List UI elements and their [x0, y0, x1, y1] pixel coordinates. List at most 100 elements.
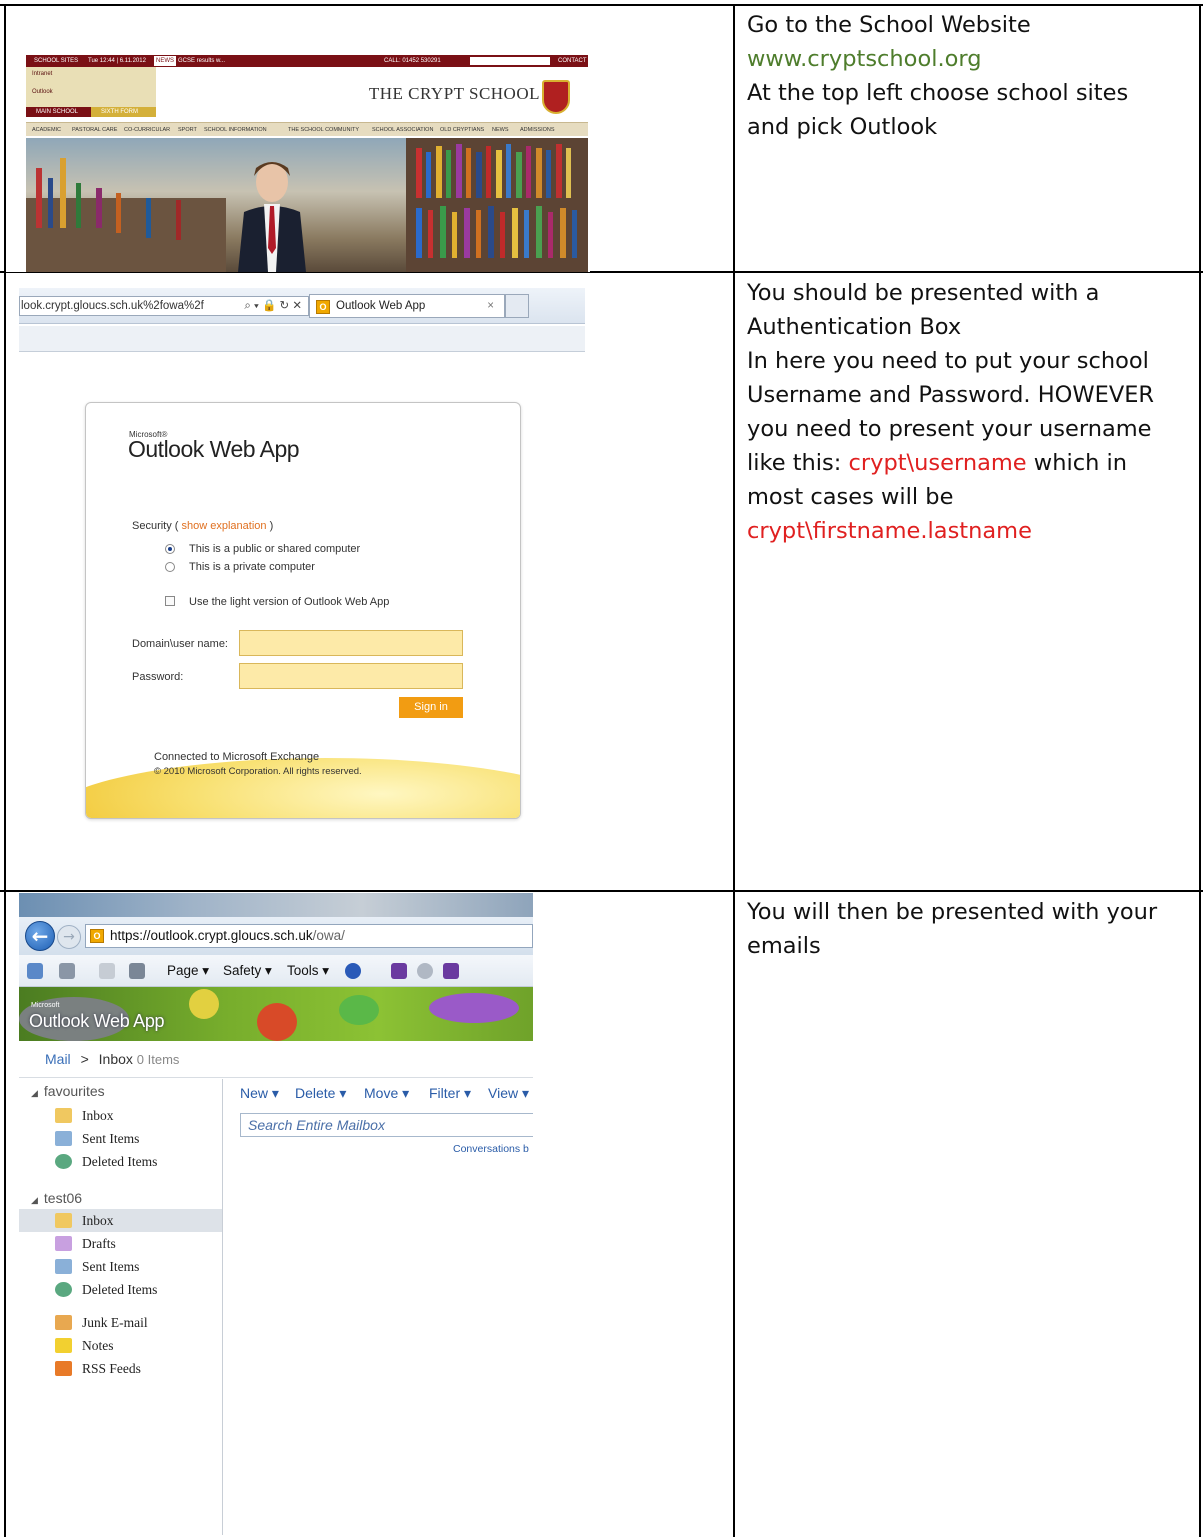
help-icon[interactable]: [345, 963, 361, 979]
news-label[interactable]: NEWS: [154, 56, 176, 66]
owa-inbox-screenshot: ← → O https://outlook.crypt.gloucs.sch.u…: [19, 893, 533, 1535]
close-tab-icon[interactable]: ×: [487, 295, 494, 317]
row2-line2: Authentication Box: [747, 314, 962, 340]
settings-gear-icon[interactable]: [417, 963, 433, 979]
browser-tab[interactable]: O Outlook Web App ×: [309, 294, 505, 318]
browser-address-row: ← → O https://outlook.crypt.gloucs.sch.u…: [19, 917, 533, 955]
main-school-tab[interactable]: MAIN SCHOOL: [26, 107, 91, 117]
nav-school-association[interactable]: SCHOOL ASSOCIATION: [372, 123, 433, 137]
password-field[interactable]: [239, 663, 463, 689]
folder-pane: ◢ favourites Inbox Sent Items Deleted Ite…: [19, 1079, 223, 1535]
folder-notes[interactable]: Notes: [19, 1334, 222, 1357]
header-separator: [19, 1077, 533, 1078]
table-border-middle: [733, 4, 735, 1537]
row2-line6-tail: which in: [1026, 450, 1128, 476]
fav-sent-label: Sent Items: [82, 1131, 140, 1146]
private-computer-radio[interactable]: [165, 562, 175, 572]
folder-drafts[interactable]: Drafts: [19, 1232, 222, 1255]
feeds-icon[interactable]: [59, 963, 75, 979]
row2-line4: Username and Password. HOWEVER: [747, 382, 1155, 408]
folder-deleted-items[interactable]: Deleted Items: [19, 1278, 222, 1301]
favourites-label: favourites: [43, 1083, 105, 1099]
address-bar[interactable]: look.crypt.gloucs.sch.uk%2fowa%2f ⌕ ▾ 🔒 …: [19, 296, 309, 316]
conversations-arrange-link[interactable]: Conversations b: [453, 1143, 529, 1155]
view-button[interactable]: View ▾: [488, 1085, 529, 1102]
new-button[interactable]: New ▾: [240, 1085, 279, 1102]
account-label: test06: [43, 1190, 83, 1206]
breadcrumb-mail[interactable]: Mail: [45, 1051, 71, 1067]
school-sites-menu[interactable]: SCHOOL SITES: [34, 55, 78, 67]
page-menu[interactable]: Page ▾: [167, 955, 209, 987]
student-figure: [238, 162, 306, 272]
news-ticker[interactable]: GCSE results w...: [178, 55, 225, 67]
forward-arrow-icon[interactable]: →: [57, 925, 81, 949]
nav-co-curricular[interactable]: CO-CURRICULAR: [124, 123, 170, 137]
folder-drafts-label: Drafts: [82, 1236, 116, 1251]
folder-rss-label: RSS Feeds: [82, 1361, 141, 1376]
light-version-label: Use the light version of Outlook Web App: [189, 596, 390, 608]
deleted-items-icon: [55, 1282, 72, 1297]
favourites-header[interactable]: ◢ favourites: [31, 1083, 105, 1099]
safety-menu[interactable]: Safety ▾: [223, 955, 272, 987]
fav-deleted-items[interactable]: Deleted Items: [19, 1150, 222, 1173]
username-field[interactable]: [239, 630, 463, 656]
sign-in-button[interactable]: Sign in: [399, 697, 463, 718]
move-button[interactable]: Move ▾: [364, 1085, 409, 1102]
breadcrumb-inbox: Inbox: [98, 1051, 133, 1067]
new-tab-button[interactable]: [505, 294, 529, 318]
show-explanation-link[interactable]: show explanation: [182, 520, 267, 532]
nav-sport[interactable]: SPORT: [178, 123, 197, 137]
drafts-folder-icon: [55, 1236, 72, 1251]
address-bar[interactable]: O https://outlook.crypt.gloucs.sch.uk/ow…: [85, 924, 533, 948]
fav-deleted-label: Deleted Items: [82, 1154, 158, 1169]
row2-line6: like this: crypt\username which in: [747, 446, 1199, 480]
sixth-form-tab[interactable]: SIXTH FORM: [91, 107, 156, 117]
folder-deleted-label: Deleted Items: [82, 1282, 158, 1297]
table-border-row2: [0, 890, 1203, 892]
fav-inbox[interactable]: Inbox: [19, 1104, 222, 1127]
security-label: Security (: [132, 520, 182, 532]
row3-line2: emails: [747, 933, 821, 959]
back-arrow-icon[interactable]: ←: [25, 921, 55, 951]
folder-rss-feeds[interactable]: RSS Feeds: [19, 1357, 222, 1380]
breadcrumb-count: 0 Items: [136, 1052, 180, 1067]
dropdown-outlook[interactable]: Outlook: [32, 89, 53, 95]
delete-button[interactable]: Delete ▾: [295, 1085, 346, 1102]
filter-button[interactable]: Filter ▾: [429, 1085, 471, 1102]
print-icon[interactable]: [129, 963, 145, 979]
inbox-folder-icon: [55, 1108, 72, 1123]
phone-number: CALL: 01452 530291: [384, 58, 441, 64]
nav-admissions[interactable]: ADMISSIONS: [520, 123, 555, 137]
row3-instructions: You will then be presented with your ema…: [747, 895, 1199, 963]
search-mailbox-input[interactable]: Search Entire Mailbox: [240, 1113, 533, 1137]
owa-header: Microsoft Outlook Web App: [19, 987, 533, 1041]
send-to-onenote-icon[interactable]: [443, 963, 459, 979]
tools-menu[interactable]: Tools ▾: [287, 955, 329, 987]
nav-school-information[interactable]: SCHOOL INFORMATION: [204, 123, 267, 137]
school-crest-icon: [542, 80, 570, 114]
home-icon[interactable]: [27, 963, 43, 979]
folder-junk-email[interactable]: Junk E-mail: [19, 1311, 222, 1334]
dropdown-intranet[interactable]: Intranet: [32, 71, 52, 77]
contact-us-link[interactable]: CONTACT US: [558, 55, 590, 67]
mail-icon[interactable]: [99, 963, 115, 979]
row2-line1: You should be presented with a: [747, 280, 1100, 306]
onenote-icon[interactable]: [391, 963, 407, 979]
public-computer-radio[interactable]: [165, 544, 175, 554]
folder-junk-label: Junk E-mail: [82, 1315, 148, 1330]
nav-news[interactable]: NEWS: [492, 123, 509, 137]
school-website-link[interactable]: www.cryptschool.org: [747, 42, 1199, 76]
school-search-input[interactable]: [470, 57, 550, 65]
folder-sent-items[interactable]: Sent Items: [19, 1255, 222, 1278]
fav-sent-items[interactable]: Sent Items: [19, 1127, 222, 1150]
account-header[interactable]: ◢ test06: [31, 1190, 82, 1206]
folder-inbox[interactable]: Inbox: [19, 1209, 222, 1232]
nav-old-cryptians[interactable]: OLD CRYPTIANS: [440, 123, 484, 137]
nav-school-community[interactable]: THE SCHOOL COMMUNITY: [288, 123, 359, 137]
nav-pastoral-care[interactable]: PASTORAL CARE: [72, 123, 117, 137]
row2-line7: most cases will be: [747, 484, 954, 510]
nav-academic[interactable]: ACADEMIC: [32, 123, 61, 137]
owa-microsoft-label: Microsoft: [31, 1002, 60, 1009]
light-version-checkbox[interactable]: [165, 596, 175, 606]
connected-text: Connected to Microsoft Exchange: [154, 751, 320, 763]
